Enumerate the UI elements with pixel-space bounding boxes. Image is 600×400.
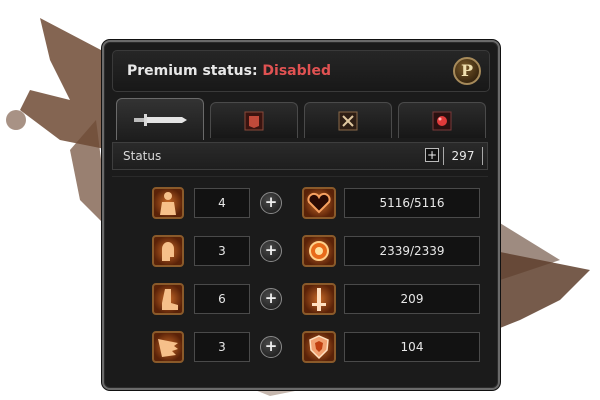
stats-grid: 4 + 5116/5116 3 + 2339/2339 6 + 209 3 + xyxy=(112,176,488,377)
attr-value-attack: 209 xyxy=(344,284,480,314)
stat-value-strength: 4 xyxy=(194,188,250,218)
attr-value-defense: 104 xyxy=(344,332,480,362)
sword-attack-icon xyxy=(302,283,336,315)
status-bar: Status + 297 xyxy=(112,142,488,170)
premium-label: Premium status: xyxy=(127,63,258,79)
stat-value-dexterity: 6 xyxy=(194,284,250,314)
mana-orb-icon xyxy=(302,235,336,267)
tab-weapon[interactable] xyxy=(116,98,204,140)
add-intelligence-button[interactable]: + xyxy=(260,240,282,262)
gem-icon xyxy=(432,111,452,130)
equipment-tabs xyxy=(112,98,488,140)
add-points-button[interactable]: + xyxy=(425,148,439,162)
premium-coin-button[interactable]: P xyxy=(453,57,481,85)
armor-icon xyxy=(244,111,264,130)
premium-status: Premium status: Disabled xyxy=(127,63,331,79)
status-label: Status xyxy=(123,149,162,163)
tab-combat[interactable] xyxy=(304,102,392,138)
premium-value: Disabled xyxy=(262,63,331,79)
available-points: 297 xyxy=(443,147,483,165)
crossed-swords-icon xyxy=(338,111,358,130)
head-icon xyxy=(152,235,184,267)
tab-gems[interactable] xyxy=(398,102,486,138)
add-dexterity-button[interactable]: + xyxy=(260,288,282,310)
shield-defense-icon xyxy=(302,331,336,363)
sword-icon xyxy=(134,113,187,126)
tab-armor[interactable] xyxy=(210,102,298,138)
torso-icon xyxy=(152,187,184,219)
add-strength-button[interactable]: + xyxy=(260,192,282,214)
attr-value-health: 5116/5116 xyxy=(344,188,480,218)
character-status-panel: Premium status: Disabled P Status + 297 … xyxy=(102,40,500,390)
add-agility-button[interactable]: + xyxy=(260,336,282,358)
attr-value-mana: 2339/2339 xyxy=(344,236,480,266)
heart-icon xyxy=(302,187,336,219)
wing-icon xyxy=(152,331,184,363)
stat-value-agility: 3 xyxy=(194,332,250,362)
foot-icon xyxy=(152,283,184,315)
stat-value-intelligence: 3 xyxy=(194,236,250,266)
premium-header: Premium status: Disabled P xyxy=(112,50,490,92)
